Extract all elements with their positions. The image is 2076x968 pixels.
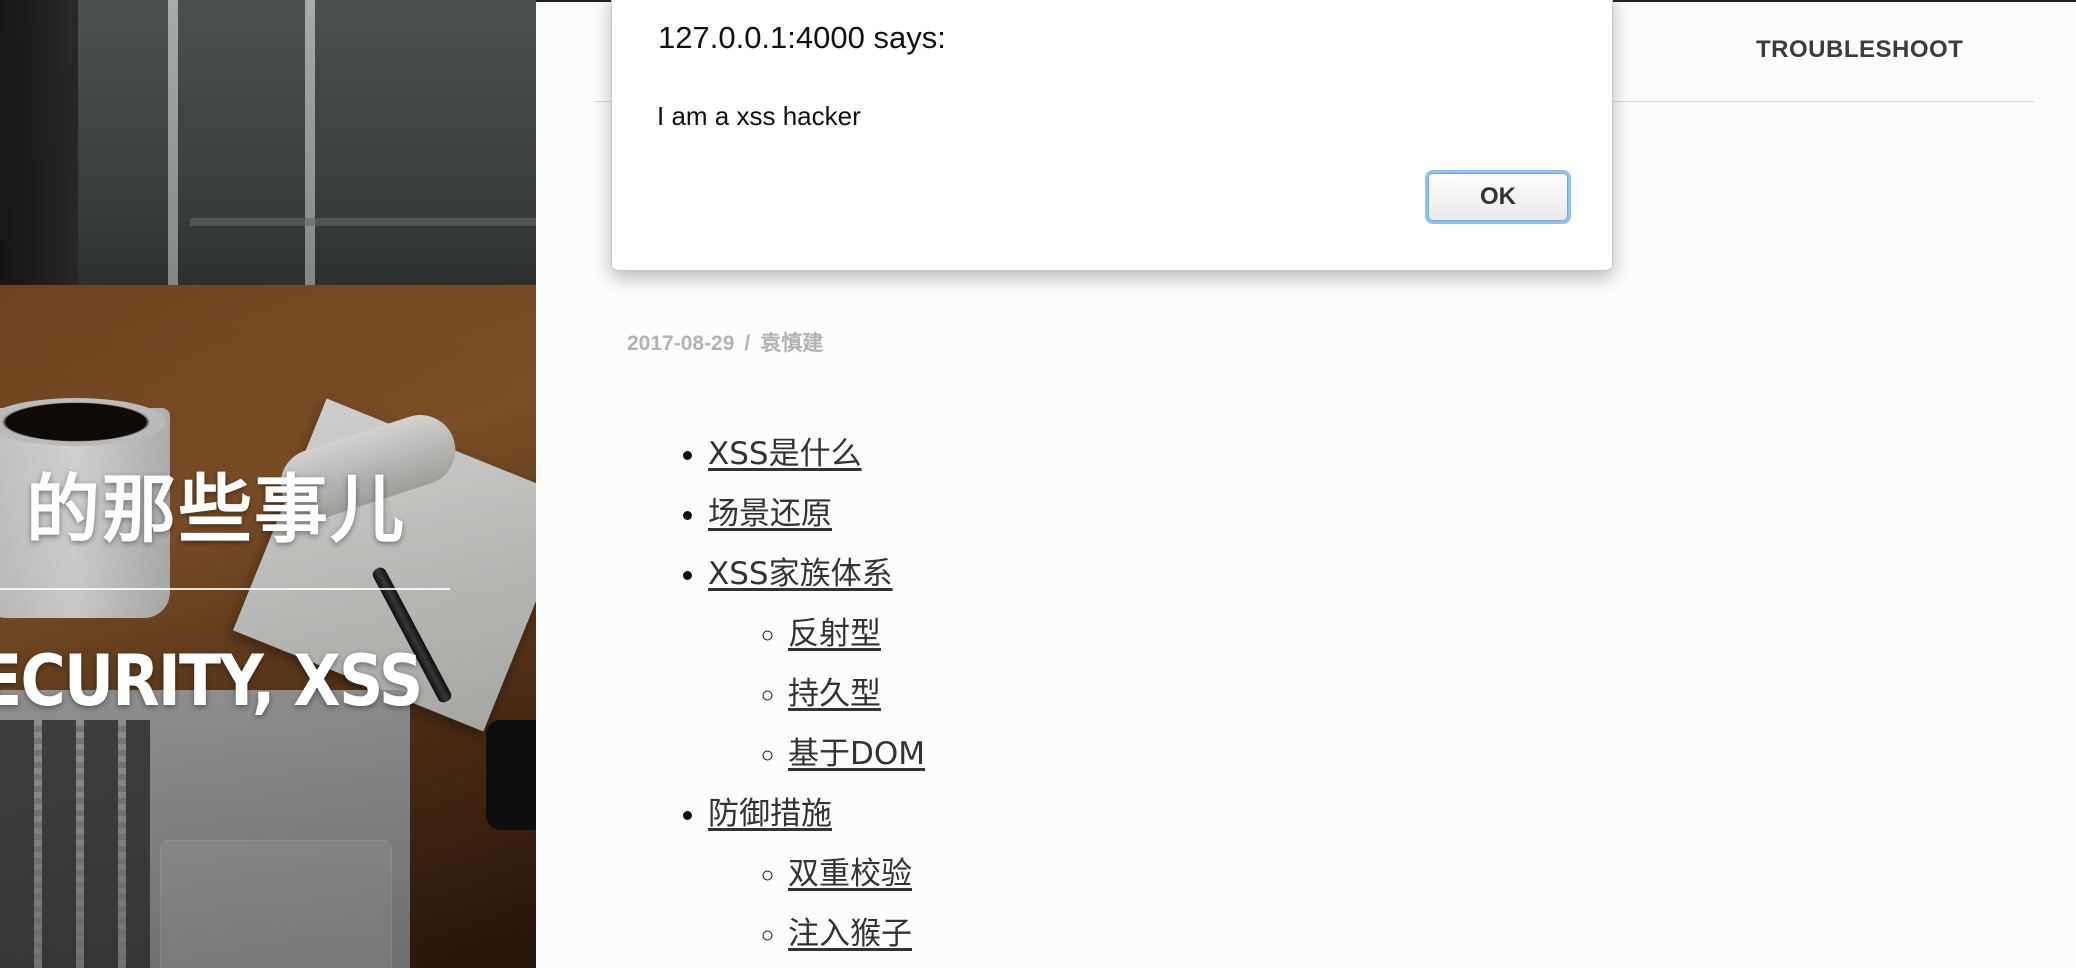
toc-subitem: 持久型 [788,664,925,724]
toc-link[interactable]: XSS是什么 [708,436,862,472]
toc-item: 防御措施 双重校验 注入猴子 [708,784,925,964]
post-tags: ECURITY, XSS [0,640,423,722]
toc-link[interactable]: 防御措施 [708,796,832,832]
toc-subitem: 基于DOM [788,724,925,784]
toc-link[interactable]: XSS家族体系 [708,556,893,592]
toc-item: XSS是什么 [708,424,925,484]
toc-sublink[interactable]: 基于DOM [788,736,925,772]
toc-link[interactable]: 场景还原 [708,496,832,532]
hero-divider [0,588,450,590]
toc-item: XSS家族体系 反射型 持久型 基于DOM [708,544,925,784]
toc-sublink[interactable]: 双重校验 [788,856,912,892]
toc-subitem: 反射型 [788,604,925,664]
toc-subitem: 双重校验 [788,844,925,904]
hero-banner: 的那些事儿 ECURITY, XSS [0,0,536,968]
nav-link-troubleshoot[interactable]: TROUBLESHOOT [1756,36,1963,64]
toc-sublist: 双重校验 注入猴子 [708,844,925,964]
toc-sublink[interactable]: 持久型 [788,676,881,712]
alert-dialog: 127.0.0.1:4000 says: I am a xss hacker O… [611,0,1613,271]
alert-title: 127.0.0.1:4000 says: [658,20,946,55]
meta-separator: / [744,332,751,355]
post-meta: 2017-08-29 / 袁慎建 [627,327,823,357]
post-date: 2017-08-29 [627,332,735,355]
alert-message: I am a xss hacker [657,101,861,131]
post-title: 的那些事儿 [26,467,406,553]
toc-sublist: 反射型 持久型 基于DOM [708,604,925,784]
table-of-contents: XSS是什么 场景还原 XSS家族体系 反射型 持久型 基于DOM 防御措施 双… [660,424,925,964]
toc-sublink[interactable]: 注入猴子 [788,916,912,952]
toc-sublink[interactable]: 反射型 [788,616,881,652]
post-author: 袁慎建 [760,332,824,355]
ok-button[interactable]: OK [1425,170,1571,224]
toc-subitem: 注入猴子 [788,904,925,964]
toc-item: 场景还原 [708,484,925,544]
